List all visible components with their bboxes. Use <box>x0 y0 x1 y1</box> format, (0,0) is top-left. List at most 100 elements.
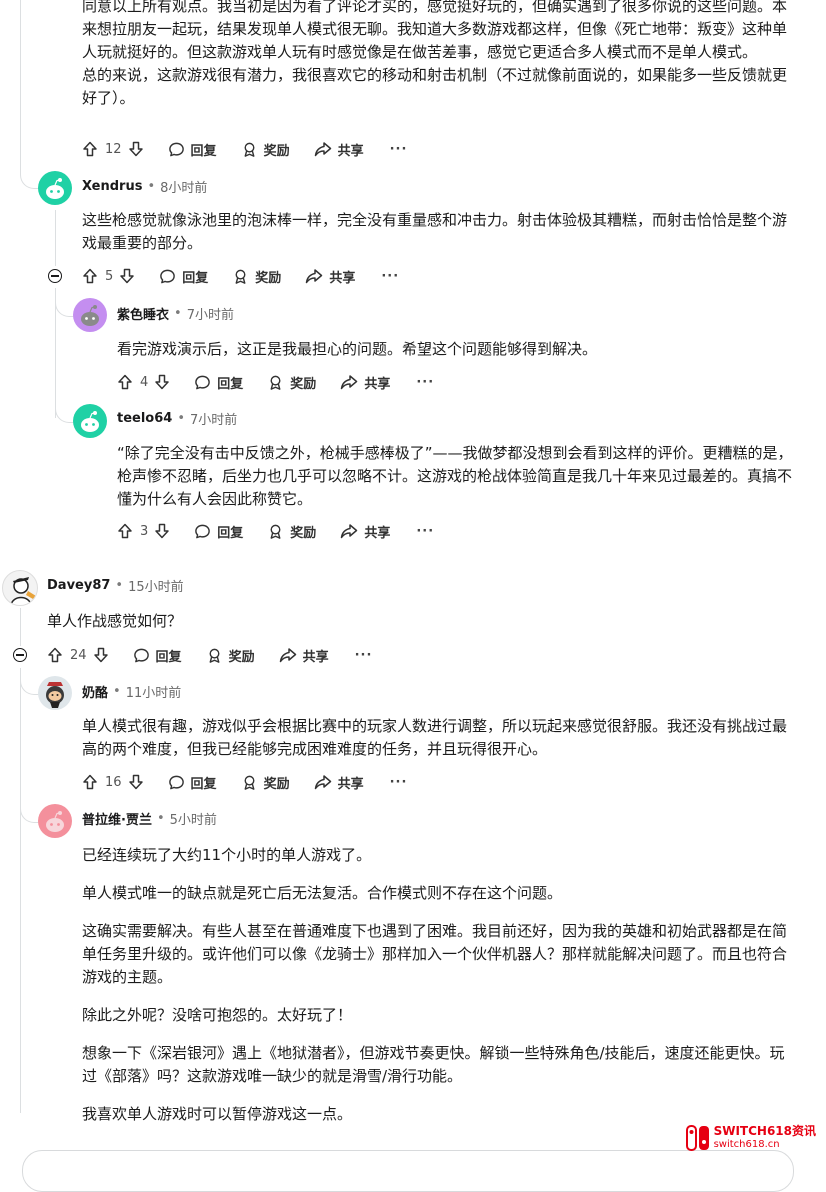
collapse-thread-button[interactable] <box>13 648 27 662</box>
reply-button[interactable]: 回复 <box>194 522 243 541</box>
reply-icon <box>195 524 211 538</box>
username-link[interactable]: Xendrus <box>82 179 142 194</box>
comment-paragraph: “除了完全没有击中反馈之外，枪械手感棒极了”——我做梦都没想到会看到这样的评价。… <box>117 444 793 508</box>
more-options-button[interactable]: ··· <box>416 524 434 539</box>
share-button[interactable]: 共享 <box>340 522 390 541</box>
thread-connector <box>55 400 74 423</box>
comment-actions: 4 回复 奖励 共享 ··· <box>117 369 434 395</box>
award-button[interactable]: 奖励 <box>206 646 255 665</box>
timestamp[interactable]: 7小时前 <box>187 304 234 323</box>
more-options-button[interactable]: ··· <box>416 375 434 390</box>
award-label: 奖励 <box>263 776 290 792</box>
more-options-button[interactable]: ··· <box>390 142 408 157</box>
reply-icon <box>168 775 184 789</box>
vote-group: 16 <box>82 774 144 790</box>
share-icon <box>341 374 358 389</box>
timestamp[interactable]: 7小时前 <box>190 409 237 428</box>
username-link[interactable]: Davey87 <box>47 578 110 593</box>
avatar[interactable] <box>38 171 72 205</box>
downvote-icon[interactable] <box>93 647 109 663</box>
avatar[interactable] <box>38 676 72 710</box>
more-options-button[interactable]: ··· <box>390 775 408 790</box>
vote-group: 4 <box>117 374 170 390</box>
upvote-icon[interactable] <box>47 647 63 663</box>
username-link[interactable]: 普拉维·贾兰 <box>82 809 152 828</box>
comment-paragraph: 想象一下《深岩银河》遇上《地狱潜者》，但游戏节奏更快。解锁一些特殊角色/技能后，… <box>82 1044 785 1085</box>
comment-meta: 奶酪 • 11小时前 <box>82 681 181 701</box>
downvote-icon[interactable] <box>119 268 135 284</box>
share-button[interactable]: 共享 <box>314 140 364 159</box>
upvote-icon[interactable] <box>82 774 98 790</box>
timestamp[interactable]: 5小时前 <box>170 809 217 828</box>
share-label: 共享 <box>364 376 391 392</box>
username-link[interactable]: 紫色睡衣 <box>117 304 169 323</box>
share-button[interactable]: 共享 <box>279 646 329 665</box>
share-label: 共享 <box>337 143 364 159</box>
downvote-icon[interactable] <box>154 523 170 539</box>
reply-button[interactable]: 回复 <box>168 140 217 159</box>
reply-button[interactable]: 回复 <box>133 646 182 665</box>
reply-label: 回复 <box>190 776 217 792</box>
reply-icon <box>168 142 184 156</box>
reply-icon <box>160 269 176 283</box>
share-button[interactable]: 共享 <box>305 267 355 286</box>
share-button[interactable]: 共享 <box>314 773 364 792</box>
thread-connector <box>20 672 39 695</box>
custom-avatar-icon <box>46 682 64 708</box>
comment-paragraph: 同意以上所有观点。我当初是因为看了评论才买的，感觉挺好玩的，但确实遇到了很多你说… <box>82 0 788 61</box>
vote-count: 3 <box>140 523 149 539</box>
reply-button[interactable]: 回复 <box>168 773 217 792</box>
avatar[interactable] <box>2 570 38 606</box>
timestamp[interactable]: 15小时前 <box>128 576 184 595</box>
share-label: 共享 <box>302 649 329 665</box>
timestamp[interactable]: 8小时前 <box>160 177 207 196</box>
award-button[interactable]: 奖励 <box>232 267 281 286</box>
reply-button[interactable]: 回复 <box>159 267 208 286</box>
comment-paragraph: 这确实需要解决。有些人甚至在普通难度下也遇到了困难。我目前还好，因为我的英雄和初… <box>82 922 788 986</box>
downvote-icon[interactable] <box>128 141 144 157</box>
award-label: 奖励 <box>290 525 317 541</box>
comment-body: “除了完全没有击中反馈之外，枪械手感棒极了”——我做梦都没想到会看到这样的评价。… <box>117 442 797 511</box>
comment-body: 这些枪感觉就像泳池里的泡沫棒一样，完全没有重量感和冲击力。射击体验极其糟糕，而射… <box>82 209 794 255</box>
award-button[interactable]: 奖励 <box>267 522 316 541</box>
timestamp[interactable]: 11小时前 <box>126 682 182 701</box>
more-options-button[interactable]: ··· <box>355 648 373 663</box>
avatar[interactable] <box>73 298 107 332</box>
upvote-icon[interactable] <box>117 523 133 539</box>
comment-paragraph: 已经连续玩了大约11个小时的单人游戏了。 <box>82 846 372 864</box>
comment-paragraph: 看完游戏演示后，这正是我最担心的问题。希望这个问题能够得到解决。 <box>117 340 598 358</box>
thread-connector <box>55 294 74 317</box>
share-label: 共享 <box>329 270 356 286</box>
watermark-brand: SWITCH618资讯 <box>713 1124 816 1138</box>
comment-meta: teelo64 • 7小时前 <box>117 408 237 428</box>
downvote-icon[interactable] <box>154 374 170 390</box>
username-link[interactable]: 奶酪 <box>82 682 108 701</box>
comment-paragraph: 这些枪感觉就像泳池里的泡沫棒一样，完全没有重量感和冲击力。射击体验极其糟糕，而射… <box>82 211 788 252</box>
comment-actions: 5 回复 奖励 共享 ··· <box>82 263 399 289</box>
reply-button[interactable]: 回复 <box>194 373 243 392</box>
upvote-icon[interactable] <box>82 141 98 157</box>
thread-line <box>55 210 56 266</box>
award-button[interactable]: 奖励 <box>267 373 316 392</box>
collapse-thread-button[interactable] <box>48 269 62 283</box>
upvote-icon[interactable] <box>117 374 133 390</box>
vote-count: 12 <box>105 141 122 157</box>
award-button[interactable]: 奖励 <box>241 140 290 159</box>
reply-input-box[interactable] <box>22 1150 794 1192</box>
username-link[interactable]: teelo64 <box>117 411 172 426</box>
share-button[interactable]: 共享 <box>340 373 390 392</box>
upvote-icon[interactable] <box>82 268 98 284</box>
avatar[interactable] <box>73 404 107 438</box>
comment-paragraph: 单人作战感觉如何？ <box>47 612 183 630</box>
award-icon <box>209 648 220 663</box>
comment-meta: Davey87 • 15小时前 <box>47 575 184 595</box>
comment-meta: 普拉维·贾兰 • 5小时前 <box>82 808 217 828</box>
downvote-icon[interactable] <box>128 774 144 790</box>
more-options-button[interactable]: ··· <box>381 269 399 284</box>
thread-line <box>20 608 21 646</box>
vote-group: 5 <box>82 268 135 284</box>
award-button[interactable]: 奖励 <box>241 773 290 792</box>
award-icon <box>235 269 246 284</box>
award-label: 奖励 <box>228 649 255 665</box>
avatar[interactable] <box>38 804 72 838</box>
